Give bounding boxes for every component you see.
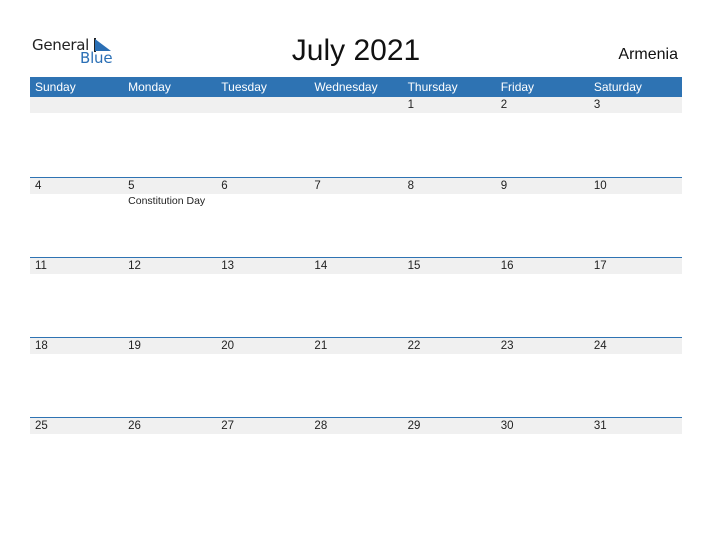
weeks-container: 1 2 3 4 5 6 7 8 9 10 Constitution Day 11 12 13 14 15 16 1… — [30, 97, 682, 497]
day-number: 13 — [221, 260, 235, 272]
day-number — [309, 97, 402, 113]
day-number: 17 — [593, 260, 607, 272]
calendar-grid: Sunday Monday Tuesday Wednesday Thursday… — [30, 77, 682, 497]
day-number: 23 — [500, 340, 514, 352]
holiday-label — [216, 194, 309, 208]
day-number: 1 — [407, 99, 414, 111]
day-number: 2 — [500, 99, 508, 111]
calendar-title: July 2021 — [291, 34, 421, 67]
holiday-label: Constitution Day — [128, 195, 206, 207]
events-row: Constitution Day — [30, 194, 682, 208]
day-number: 8 — [407, 180, 414, 192]
day-number: 28 — [314, 420, 328, 432]
day-number: 6 — [221, 180, 228, 192]
holiday-label — [496, 194, 589, 208]
weekday-header: Sunday Monday Tuesday Wednesday Thursday… — [30, 77, 682, 97]
day-number: 30 — [500, 420, 514, 432]
holiday-label — [309, 194, 402, 208]
weekday-friday: Friday — [500, 80, 535, 94]
day-number: 25 — [35, 420, 48, 432]
day-number: 19 — [128, 340, 141, 352]
holiday-label — [30, 194, 123, 208]
weekday-thursday: Thursday — [407, 80, 458, 94]
day-number: 26 — [128, 420, 141, 432]
week-row: 18 19 20 21 22 23 24 — [30, 337, 682, 417]
day-number: 15 — [407, 260, 421, 272]
date-strip: 1 2 3 — [30, 97, 682, 113]
day-number: 11 — [35, 260, 47, 272]
weekday-wednesday: Wednesday — [314, 80, 378, 94]
country-label: Armenia — [618, 46, 678, 63]
day-number: 21 — [314, 340, 328, 352]
day-number — [123, 97, 216, 113]
day-number: 31 — [593, 420, 607, 432]
day-number: 3 — [593, 99, 601, 111]
day-number: 12 — [128, 260, 141, 272]
day-number: 27 — [221, 420, 235, 432]
week-row: 11 12 13 14 15 16 17 — [30, 257, 682, 337]
date-strip: 11 12 13 14 15 16 17 — [30, 258, 682, 274]
day-number: 14 — [314, 260, 328, 272]
weekday-saturday: Saturday — [593, 80, 642, 94]
holiday-label — [589, 194, 682, 208]
day-number: 5 — [128, 180, 135, 192]
day-number: 29 — [407, 420, 421, 432]
day-number: 9 — [500, 180, 508, 192]
day-number: 10 — [593, 180, 607, 192]
week-row: 1 2 3 — [30, 97, 682, 177]
date-strip: 4 5 6 7 8 9 10 — [30, 178, 682, 194]
date-strip: 18 19 20 21 22 23 24 — [30, 338, 682, 354]
holiday-label — [403, 194, 496, 208]
date-strip: 25 26 27 28 29 30 31 — [30, 418, 682, 434]
day-number: 24 — [593, 340, 607, 352]
day-number — [30, 97, 123, 113]
weekday-sunday: Sunday — [35, 80, 76, 94]
day-number: 20 — [221, 340, 235, 352]
day-number: 16 — [500, 260, 514, 272]
day-number: 4 — [35, 180, 42, 192]
week-row: 4 5 6 7 8 9 10 Constitution Day — [30, 177, 682, 257]
day-number: 7 — [314, 180, 321, 192]
weekday-tuesday: Tuesday — [221, 80, 267, 94]
day-number: 22 — [407, 340, 421, 352]
weekday-monday: Monday — [128, 80, 171, 94]
day-number: 18 — [35, 340, 48, 352]
week-row: 25 26 27 28 29 30 31 — [30, 417, 682, 497]
day-number — [216, 97, 309, 113]
